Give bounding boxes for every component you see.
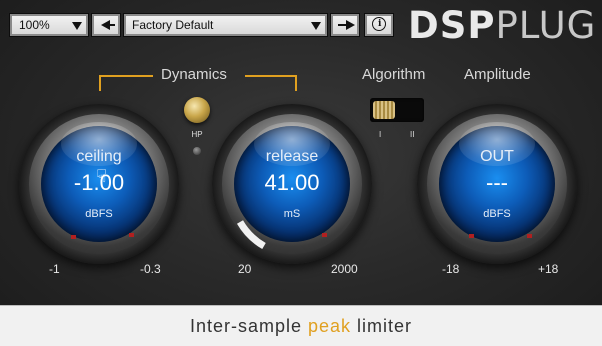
out-min-label: -18 <box>442 262 460 276</box>
ceiling-min-label: -1 <box>49 262 60 276</box>
next-preset-button[interactable] <box>330 13 360 37</box>
preset-value: Factory Default <box>132 18 214 32</box>
info-button[interactable]: i <box>364 13 394 37</box>
tagline-highlight: peak <box>308 316 352 336</box>
ceiling-title: ceiling <box>76 148 122 165</box>
out-knob[interactable]: OUT --- dBFS <box>417 104 577 264</box>
algorithm-switch-thumb <box>373 101 395 119</box>
out-title: OUT <box>480 148 514 165</box>
out-max-label: +18 <box>538 262 559 276</box>
ceiling-unit: dBFS <box>85 208 113 220</box>
ceiling-max-label: -0.3 <box>140 262 161 276</box>
algorithm-label: Algorithm <box>362 66 426 83</box>
prev-preset-button[interactable] <box>91 13 121 37</box>
tagline: Inter-sample peak limiter <box>0 316 602 337</box>
out-min-tick <box>469 234 474 238</box>
dynamics-bracket-left <box>99 75 153 91</box>
algorithm-switch[interactable] <box>370 98 424 122</box>
info-icon: i <box>372 17 386 31</box>
dynamics-label: Dynamics <box>161 66 227 83</box>
brand-logo: DSPPLUG <box>408 6 596 46</box>
tagline-post: limiter <box>351 316 413 336</box>
footer-bar: Inter-sample peak limiter <box>0 305 602 346</box>
ceiling-max-tick <box>129 233 134 237</box>
algorithm-label-i: I <box>379 130 382 139</box>
release-max-label: 2000 <box>331 262 358 276</box>
out-value: --- <box>486 170 508 195</box>
algorithm-label-ii: II <box>410 130 415 139</box>
release-max-tick <box>322 233 327 237</box>
amplitude-label: Amplitude <box>464 66 531 83</box>
release-title: release <box>265 148 319 165</box>
hp-label: HP <box>191 130 203 139</box>
dynamics-bracket-right <box>245 75 297 91</box>
release-min-label: 20 <box>238 262 252 276</box>
ceiling-min-tick <box>71 235 76 239</box>
release-knob[interactable]: release 41.00 mS <box>212 104 372 264</box>
out-max-tick <box>527 234 532 238</box>
chevron-down-icon <box>72 22 82 30</box>
plugin-window: 100% Factory Default i DSPPLUG Dynamics … <box>0 0 602 346</box>
toolbar: 100% Factory Default i DSPPLUG <box>0 0 602 52</box>
release-value: 41.00 <box>264 170 320 195</box>
zoom-dropdown[interactable]: 100% <box>9 13 89 37</box>
zoom-value: 100% <box>19 18 50 32</box>
preset-dropdown[interactable]: Factory Default <box>123 13 328 37</box>
hp-led-indicator <box>193 147 201 155</box>
logo-dsp: DSP <box>408 4 496 47</box>
hp-knob[interactable] <box>184 97 210 123</box>
hand-cursor-icon: ☟ <box>96 166 107 186</box>
logo-plug: PLUG <box>495 4 597 47</box>
chevron-down-icon <box>311 22 321 30</box>
next-arrow-icon <box>346 20 355 30</box>
tagline-pre: Inter-sample <box>189 316 308 336</box>
release-unit: mS <box>283 208 301 220</box>
out-unit: dBFS <box>483 208 511 220</box>
